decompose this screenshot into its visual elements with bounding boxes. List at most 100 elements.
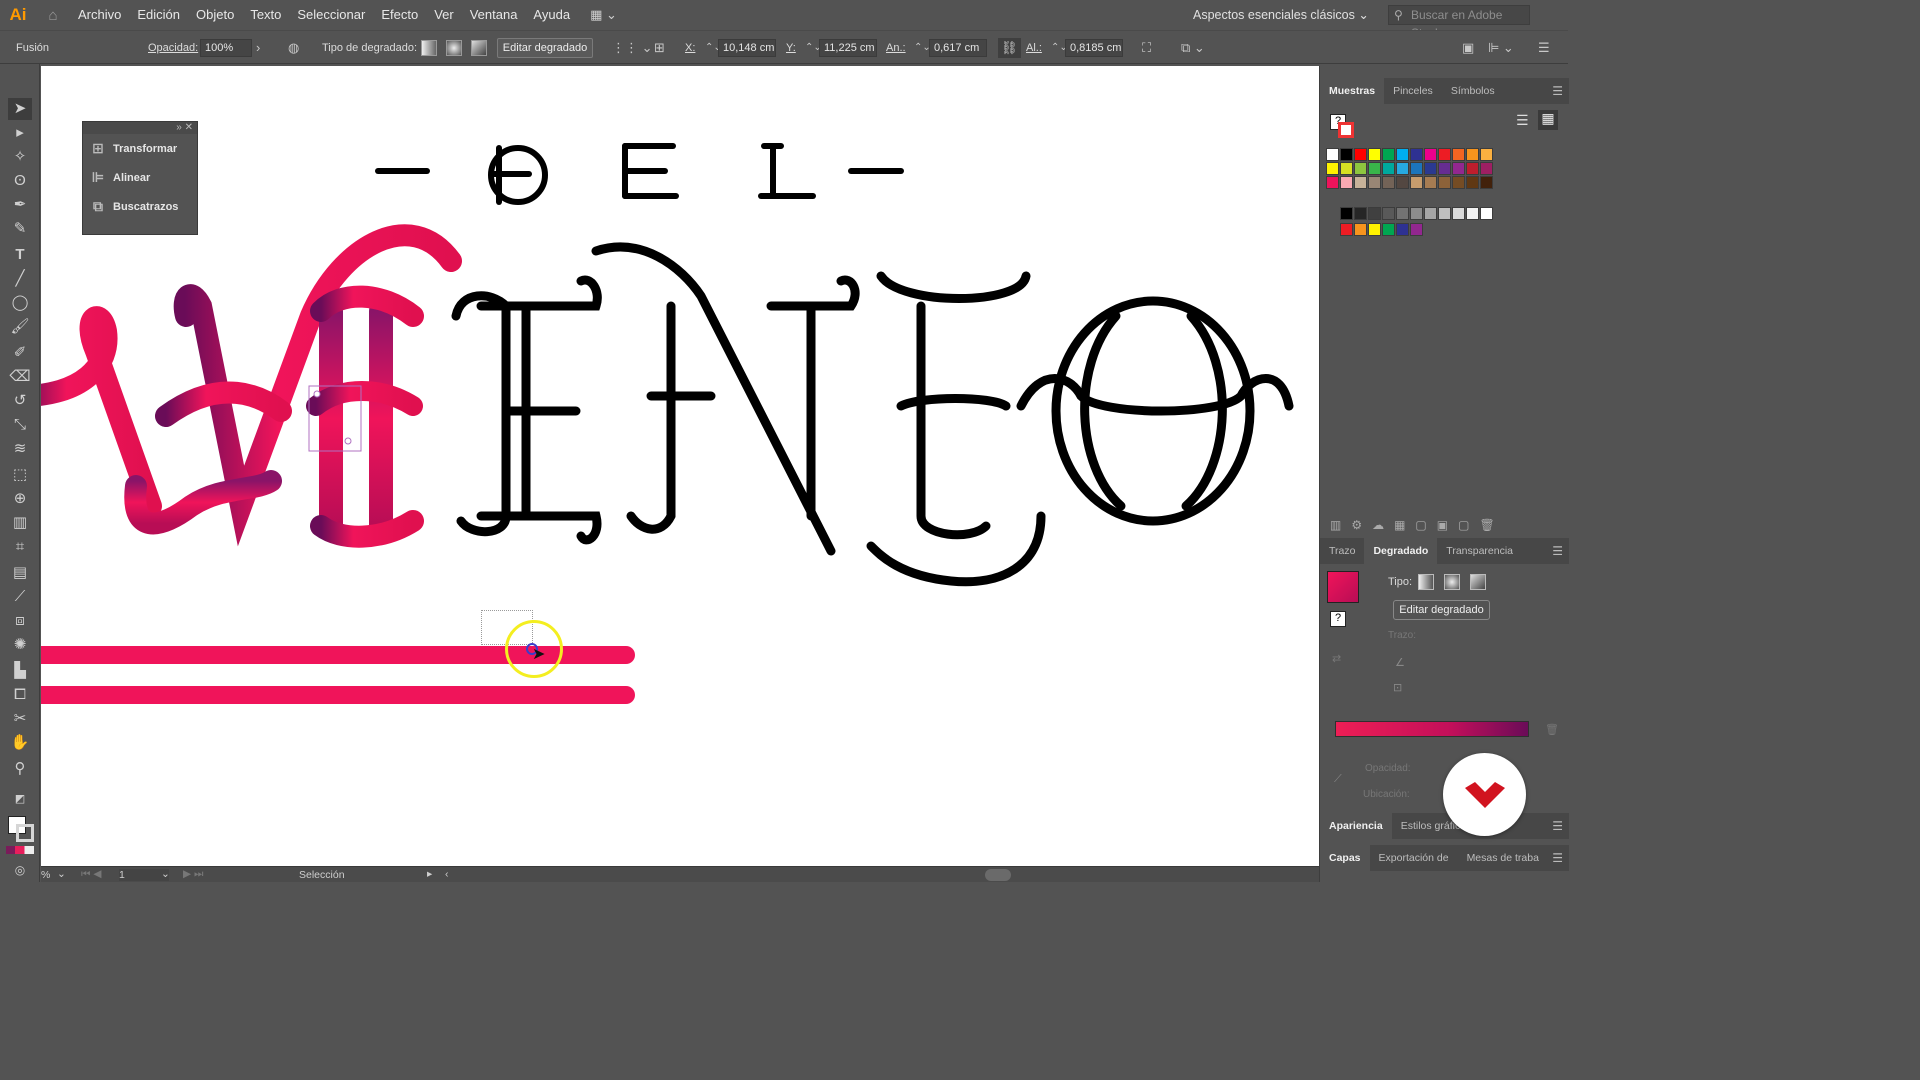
swatch[interactable] (1368, 207, 1381, 220)
artboard-dropdown-icon[interactable]: ⌄ (161, 868, 170, 880)
rotate-tool-icon[interactable]: ↺ (8, 390, 32, 412)
linear-type-button[interactable] (1418, 574, 1434, 590)
swatch[interactable] (1452, 176, 1465, 189)
swatch[interactable] (1326, 162, 1339, 175)
swatch[interactable] (1326, 148, 1339, 161)
radial-gradient-icon[interactable] (446, 40, 462, 56)
panel-item-alinear[interactable]: ⊫ Alinear (83, 163, 197, 192)
swatch[interactable] (1452, 148, 1465, 161)
swatch[interactable] (1382, 148, 1395, 161)
swatch[interactable] (1396, 207, 1409, 220)
reverse-gradient-icon[interactable]: ⇄ (1332, 652, 1341, 665)
swatch[interactable] (1438, 148, 1451, 161)
swatch[interactable] (1396, 148, 1409, 161)
swatch[interactable] (1368, 148, 1381, 161)
swatch[interactable] (1466, 207, 1479, 220)
default-colors-icon[interactable]: ◩ (8, 788, 32, 810)
artboard[interactable] (41, 66, 1319, 866)
swatch[interactable] (1466, 176, 1479, 189)
swatch[interactable] (1480, 162, 1493, 175)
linear-gradient-icon[interactable] (421, 40, 437, 56)
swatch[interactable] (1480, 148, 1493, 161)
lasso-tool-icon[interactable]: ʘ (8, 170, 32, 192)
swatch[interactable] (1410, 207, 1423, 220)
swatch[interactable] (1340, 162, 1353, 175)
type-tool-icon[interactable]: T (8, 244, 32, 266)
panel-item-buscatrazos[interactable]: ⧉ Buscatrazos (83, 192, 197, 221)
swatch[interactable] (1480, 207, 1493, 220)
transform-icon[interactable]: ⛶ (1142, 31, 1151, 65)
height-field[interactable]: 0,8185 cm (1065, 39, 1123, 57)
draw-mode-icon[interactable]: ◎ (8, 859, 32, 881)
menu-ayuda[interactable]: Ayuda (525, 0, 578, 30)
hand-tool-icon[interactable]: ✋ (8, 732, 32, 754)
eraser-tool-icon[interactable]: ⌫ (8, 366, 32, 388)
first-artboard-icon[interactable]: ⏮ ◀ (81, 868, 101, 881)
swatch[interactable] (1340, 176, 1353, 189)
direct-selection-tool-icon[interactable]: ▸ (8, 122, 32, 144)
swatch[interactable] (1396, 162, 1409, 175)
scale-tool-icon[interactable]: ⤡ (8, 414, 32, 436)
free-transform-tool-icon[interactable]: ⬚ (8, 464, 32, 486)
gradient-preview[interactable] (1327, 571, 1359, 603)
swatch[interactable] (1424, 148, 1437, 161)
tab-pinceles[interactable]: Pinceles (1384, 78, 1442, 104)
eyedropper-icon[interactable]: ⟋ (1334, 773, 1342, 786)
swatch[interactable] (1354, 148, 1367, 161)
scroll-left-icon[interactable]: ‹ (445, 868, 449, 880)
menu-ventana[interactable]: Ventana (462, 0, 526, 30)
tab-degradado[interactable]: Degradado (1364, 538, 1438, 564)
freeform-gradient-icon[interactable] (471, 40, 487, 56)
menu-efecto[interactable]: Efecto (373, 0, 426, 30)
delete-stop-icon[interactable]: 🗑 (1545, 723, 1559, 736)
x-field[interactable]: 10,148 cm (718, 39, 776, 57)
line-tool-icon[interactable]: ╱ (8, 268, 32, 290)
panel-item-transformar[interactable]: ⊞ Transformar (83, 134, 197, 163)
swatch[interactable] (1452, 207, 1465, 220)
swatch[interactable] (1466, 162, 1479, 175)
swatch[interactable] (1424, 162, 1437, 175)
workspace-switcher[interactable]: Aspectos esenciales clásicos ⌄ (1193, 0, 1369, 30)
swatch[interactable] (1354, 162, 1367, 175)
eyedropper-tool-icon[interactable]: ⟋ (8, 586, 32, 608)
grid-view-icon[interactable]: ▦ (1538, 110, 1558, 130)
swatch[interactable] (1452, 162, 1465, 175)
zoom-tool-icon[interactable]: ⚲ (8, 758, 32, 780)
y-field[interactable]: 11,225 cm (819, 39, 877, 57)
column-graph-tool-icon[interactable]: ▙ (8, 660, 32, 682)
blend-tool-icon[interactable]: ⧈ (8, 610, 32, 632)
recolor-icon[interactable]: ◍ (288, 31, 299, 65)
swatch[interactable] (1424, 176, 1437, 189)
horizontal-scrollbar-thumb[interactable] (985, 869, 1011, 881)
pen-tool-icon[interactable]: ✒ (8, 194, 32, 216)
swatch[interactable] (1382, 162, 1395, 175)
tab-muestras[interactable]: Muestras (1320, 78, 1385, 104)
close-icon[interactable]: ✕ (185, 122, 193, 133)
gradient-tool-icon[interactable]: ▤ (8, 562, 32, 584)
slice-tool-icon[interactable]: ✂ (8, 708, 32, 730)
perspective-grid-tool-icon[interactable]: ▥ (8, 512, 32, 534)
list-view-icon[interactable]: ☰ (1516, 112, 1529, 129)
zoom-dropdown-icon[interactable]: ⌄ (57, 868, 66, 880)
menu-archivo[interactable]: Archivo (70, 0, 129, 30)
stroke-unknown-icon[interactable]: ? (1330, 611, 1346, 627)
home-icon[interactable]: ⌂ (36, 0, 70, 30)
blob-brush-tool-icon[interactable]: ✐ (8, 342, 32, 364)
menu-edicion[interactable]: Edición (129, 0, 188, 30)
tab-trazo[interactable]: Trazo (1320, 538, 1364, 564)
arrange-icon[interactable]: ▣ (1462, 31, 1474, 65)
align-grid-icon[interactable]: ⋮⋮ ⌄ (612, 31, 653, 65)
swatch[interactable] (1354, 223, 1367, 236)
artboard-tool-icon[interactable]: ⧠ (8, 684, 32, 706)
shape-builder-tool-icon[interactable]: ⊕ (8, 488, 32, 510)
align-options-icon[interactable]: ⊫ ⌄ (1488, 31, 1514, 65)
paintbrush-tool-icon[interactable]: 🖌 (8, 316, 32, 338)
zoom-field[interactable]: % (41, 869, 50, 881)
symbol-sprayer-tool-icon[interactable]: ✺ (8, 634, 32, 656)
swatch[interactable] (1382, 207, 1395, 220)
swatch[interactable] (1410, 223, 1423, 236)
swatch[interactable] (1396, 223, 1409, 236)
swatch[interactable] (1354, 207, 1367, 220)
swatch[interactable] (1368, 176, 1381, 189)
edit-gradient-button[interactable]: Editar degradado (497, 38, 593, 58)
